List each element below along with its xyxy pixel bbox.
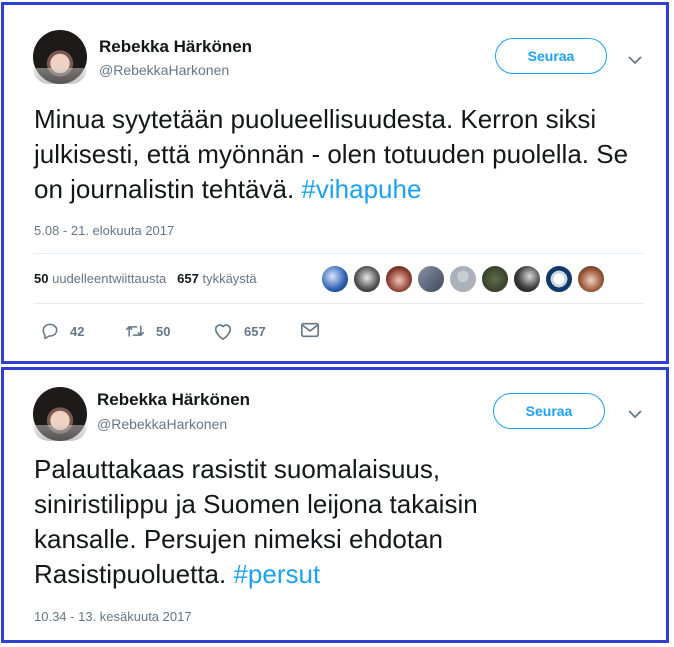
retweet-count[interactable]: 50 bbox=[34, 271, 48, 286]
retweet-action-count: 50 bbox=[156, 323, 171, 339]
engagement-stats: 50 uudelleentwiittausta 657 tykkäystä bbox=[34, 271, 257, 286]
reply-action[interactable]: 42 bbox=[40, 321, 84, 341]
liker-avatar[interactable] bbox=[384, 264, 414, 294]
tweet-text: Palauttakaas rasistit suomalaisuus, sini… bbox=[34, 452, 554, 592]
author-handle[interactable]: @RebekkaHarkonen bbox=[97, 416, 227, 432]
retweet-label[interactable]: uudelleentwiittausta bbox=[52, 271, 166, 286]
tweet-timestamp[interactable]: 5.08 - 21. elokuuta 2017 bbox=[34, 223, 174, 238]
envelope-icon bbox=[301, 322, 319, 338]
message-action[interactable] bbox=[300, 321, 320, 339]
avatar[interactable] bbox=[33, 387, 87, 441]
liker-avatar[interactable] bbox=[352, 264, 382, 294]
avatar[interactable] bbox=[33, 30, 87, 84]
like-action-count: 657 bbox=[244, 323, 266, 339]
author-name[interactable]: Rebekka Härkönen bbox=[97, 390, 250, 410]
tweet-text: Minua syytetään puolueellisuudesta. Kerr… bbox=[34, 102, 664, 207]
tweet-card-2: Rebekka Härkönen @RebekkaHarkonen Seuraa… bbox=[1, 367, 669, 643]
author-handle[interactable]: @RebekkaHarkonen bbox=[99, 62, 229, 78]
like-label[interactable]: tykkäystä bbox=[202, 271, 256, 286]
like-count[interactable]: 657 bbox=[177, 271, 199, 286]
liker-avatar[interactable] bbox=[448, 264, 478, 294]
like-action[interactable]: 657 bbox=[212, 321, 266, 341]
chevron-down-icon[interactable] bbox=[625, 404, 645, 424]
liker-avatar[interactable] bbox=[416, 264, 446, 294]
liker-avatar[interactable] bbox=[512, 264, 542, 294]
follow-button[interactable]: Seuraa bbox=[495, 38, 607, 74]
retweet-icon bbox=[125, 325, 145, 337]
divider bbox=[34, 303, 644, 304]
tweet-timestamp[interactable]: 10.34 - 13. kesäkuuta 2017 bbox=[34, 609, 192, 624]
liker-avatar[interactable] bbox=[544, 264, 574, 294]
liker-avatar[interactable] bbox=[480, 264, 510, 294]
author-name[interactable]: Rebekka Härkönen bbox=[99, 37, 252, 57]
divider bbox=[34, 253, 644, 254]
reply-icon bbox=[42, 323, 58, 340]
hashtag-link[interactable]: #persut bbox=[233, 559, 320, 589]
chevron-down-icon[interactable] bbox=[625, 50, 645, 70]
liker-avatar[interactable] bbox=[576, 264, 606, 294]
tweet-card-1: Rebekka Härkönen @RebekkaHarkonen Seuraa… bbox=[1, 2, 669, 364]
hashtag-link[interactable]: #vihapuhe bbox=[301, 174, 421, 204]
heart-icon bbox=[214, 324, 232, 340]
liker-avatar[interactable] bbox=[320, 264, 350, 294]
retweet-action[interactable]: 50 bbox=[124, 321, 170, 341]
follow-button[interactable]: Seuraa bbox=[493, 393, 605, 429]
reply-count: 42 bbox=[70, 323, 85, 339]
